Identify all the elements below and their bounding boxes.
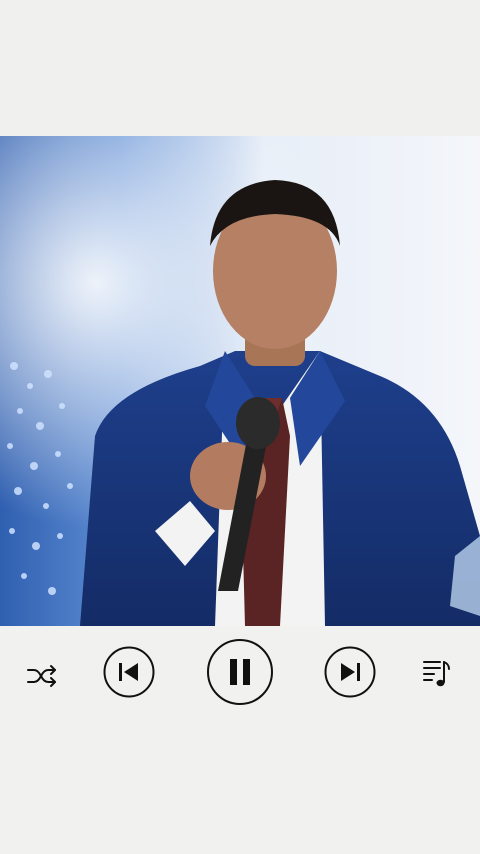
playlist-icon [423,661,450,687]
shuffle-button[interactable] [22,656,62,696]
previous-button[interactable] [103,646,155,698]
next-button[interactable] [324,646,376,698]
pause-icon [207,639,273,705]
skip-next-icon [324,646,376,698]
playlist-button[interactable] [416,654,456,694]
skip-previous-icon [103,646,155,698]
pause-button[interactable] [206,638,274,706]
shuffle-icon [27,665,56,687]
video-image [0,136,480,626]
bottom-blank-area [0,708,480,854]
top-blank-area [0,0,480,136]
playback-controls [0,636,480,708]
music-player-screen [0,0,480,854]
video-frame[interactable] [0,136,480,626]
